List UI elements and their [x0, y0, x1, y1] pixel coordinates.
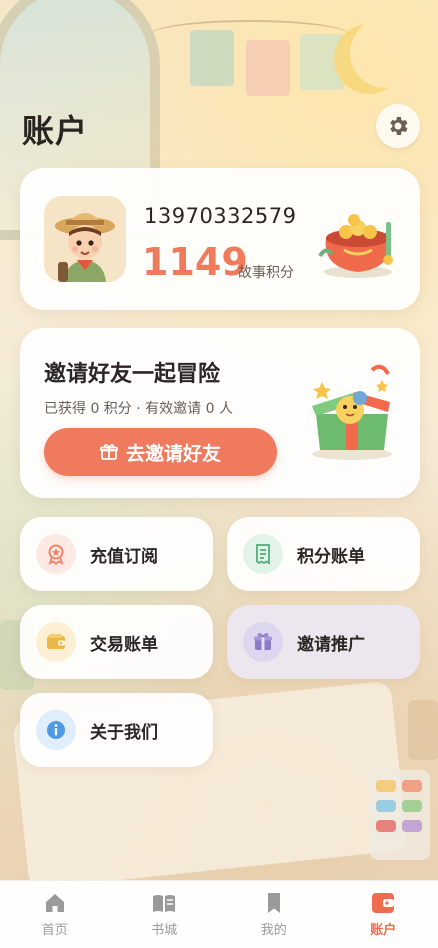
info-icon	[36, 710, 76, 750]
page-title: 账户	[22, 112, 89, 150]
gift-box-icon	[100, 444, 118, 460]
invite-stats: 已获得 0 积分 · 有效邀请 0 人	[44, 401, 233, 417]
nav-item-home[interactable]: 首页	[0, 881, 110, 948]
gift-icon	[243, 622, 283, 662]
nav-label: 账户	[370, 923, 397, 938]
phone-number: 13970332579	[144, 204, 297, 228]
menu-label: 积分账单	[297, 546, 365, 567]
home-icon	[45, 894, 64, 912]
treasure-pot-icon	[318, 214, 393, 278]
nav-item-mine[interactable]: 我的	[219, 881, 329, 948]
nav-label: 首页	[41, 923, 68, 938]
nav-item-account[interactable]: 账户	[329, 881, 438, 948]
book-open-icon	[153, 895, 176, 912]
settings-button[interactable]	[376, 104, 420, 148]
avatar	[44, 196, 126, 282]
wallet-icon	[372, 893, 395, 913]
menu-label: 邀请推广	[297, 634, 365, 655]
profile-card: 13970332579 1149 故事积分	[20, 168, 420, 310]
points-unit-label: 故事积分	[238, 265, 294, 281]
receipt-icon	[243, 534, 283, 574]
invite-button-label: 去邀请好友	[125, 442, 221, 465]
menu-about-us[interactable]: 关于我们	[20, 693, 213, 767]
explorer-kid-avatar	[44, 196, 126, 282]
gear-icon	[390, 117, 408, 135]
invite-card: 邀请好友一起冒险 已获得 0 积分 · 有效邀请 0 人 去邀请好友	[20, 328, 420, 498]
bookmark-icon	[267, 893, 280, 913]
nav-label: 我的	[260, 923, 287, 938]
menu-label: 交易账单	[90, 634, 158, 655]
bottom-navigation: 首页 书城 我的 账户	[0, 880, 438, 948]
gift-box-illustration	[312, 364, 392, 460]
points-value: 1149	[142, 240, 248, 284]
menu-label: 关于我们	[90, 722, 158, 743]
menu-label: 充值订阅	[90, 546, 158, 567]
nav-item-bookstore[interactable]: 书城	[110, 881, 220, 948]
menu-transaction-bill[interactable]: 交易账单	[20, 605, 213, 679]
medal-icon	[36, 534, 76, 574]
menu-points-bill[interactable]: 积分账单	[227, 517, 420, 591]
wallet-icon	[36, 622, 76, 662]
menu-invite-promotion[interactable]: 邀请推广	[227, 605, 420, 679]
invite-friends-button[interactable]: 去邀请好友	[44, 428, 277, 476]
nav-label: 书城	[151, 923, 178, 938]
menu-recharge-subscription[interactable]: 充值订阅	[20, 517, 213, 591]
invite-title: 邀请好友一起冒险	[44, 362, 221, 387]
